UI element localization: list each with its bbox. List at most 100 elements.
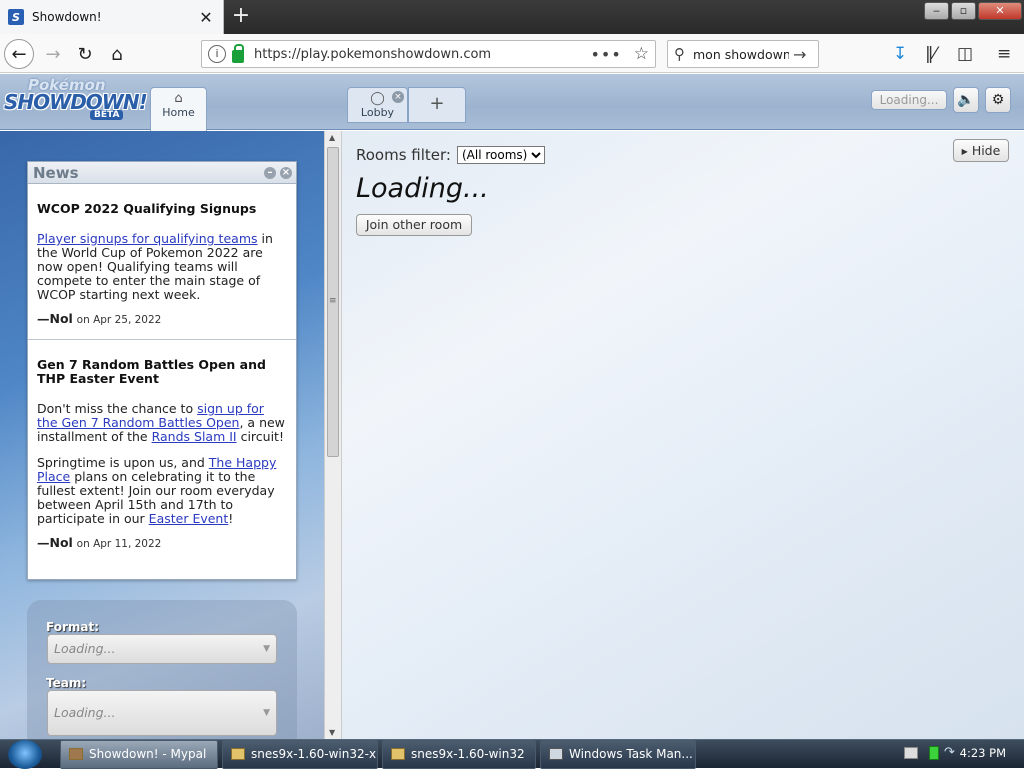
gear-icon[interactable]: ⚙ bbox=[985, 87, 1011, 113]
taskbar-item-label: Windows Task Man... bbox=[569, 747, 693, 761]
minimize-button[interactable]: ‒ bbox=[924, 2, 949, 20]
team-select-value: Loading... bbox=[54, 705, 116, 720]
taskbar-item[interactable]: snes9x-1.60-win32 bbox=[382, 740, 536, 769]
keyboard-icon[interactable] bbox=[904, 747, 918, 759]
minimize-news-icon[interactable]: – bbox=[264, 167, 276, 179]
user-loading-button[interactable]: Loading... bbox=[871, 90, 947, 110]
news-link[interactable]: Rands Slam II bbox=[152, 429, 237, 444]
news-author: —Nol bbox=[37, 535, 73, 550]
reload-icon[interactable]: ↻ bbox=[70, 39, 100, 69]
forward-arrow-icon[interactable]: → bbox=[38, 39, 68, 69]
chevron-down-icon: ▼ bbox=[263, 644, 270, 654]
format-select[interactable]: Loading... ▼ bbox=[47, 634, 277, 664]
news-entry-body: Springtime is upon us, and The Happy Pla… bbox=[37, 456, 287, 526]
browser-tab-title: Showdown! bbox=[32, 10, 102, 24]
download-icon[interactable]: ↧ bbox=[893, 44, 907, 64]
caret-right-icon: ▶ bbox=[961, 147, 968, 156]
tab-lobby[interactable]: ◯ Lobby × bbox=[347, 87, 408, 123]
team-select[interactable]: Loading... ▼ bbox=[47, 690, 277, 736]
news-date: on Apr 11, 2022 bbox=[76, 538, 162, 550]
new-tab-button[interactable]: + bbox=[228, 3, 254, 29]
news-title: News bbox=[33, 164, 79, 182]
news-header: News – × bbox=[28, 162, 296, 184]
back-arrow-icon[interactable]: ← bbox=[4, 39, 34, 69]
start-orb-icon[interactable] bbox=[8, 740, 42, 769]
network-icon[interactable]: ↷ bbox=[944, 745, 955, 760]
library-icon[interactable]: ‖⁄ bbox=[925, 44, 936, 64]
url-bar[interactable]: i https://play.pokemonshowdown.com ••• ☆ bbox=[201, 40, 656, 68]
tab-home-label: Home bbox=[162, 106, 195, 119]
search-bar[interactable]: ⚲ → bbox=[667, 40, 819, 68]
taskbar-item[interactable]: snes9x-1.60-win32-x... bbox=[222, 740, 378, 769]
news-text: circuit! bbox=[236, 429, 284, 444]
home-icon[interactable]: ⌂ bbox=[102, 39, 132, 69]
close-tab-icon[interactable]: ✕ bbox=[195, 8, 217, 27]
rooms-filter: Rooms filter: (All rooms) bbox=[356, 146, 545, 164]
sound-icon[interactable]: 🔈 bbox=[953, 87, 979, 113]
news-date: on Apr 25, 2022 bbox=[76, 314, 162, 326]
news-text: ! bbox=[228, 511, 234, 526]
battery-icon[interactable] bbox=[929, 746, 939, 760]
news-link[interactable]: Easter Event bbox=[149, 511, 229, 526]
scroll-down-icon[interactable]: ▼ bbox=[329, 728, 335, 737]
sidebar-icon[interactable]: ◫ bbox=[957, 44, 973, 64]
search-input[interactable] bbox=[691, 45, 791, 63]
close-lobby-icon[interactable]: × bbox=[392, 91, 404, 103]
browser-nav-bar: ← → ↻ ⌂ i https://play.pokemonshowdown.c… bbox=[0, 34, 1024, 73]
info-icon[interactable]: i bbox=[208, 45, 226, 63]
add-room-button[interactable]: + bbox=[408, 87, 466, 123]
battle-format-panel: Format: Loading... ▼ Team: Loading... ▼ bbox=[27, 600, 297, 750]
window-close-button[interactable]: ✕ bbox=[978, 2, 1022, 20]
news-byline: —Nol on Apr 25, 2022 bbox=[37, 312, 287, 327]
news-text: Don't miss the chance to bbox=[37, 401, 198, 416]
chevron-down-icon: ▼ bbox=[263, 708, 270, 718]
news-byline: —Nol on Apr 11, 2022 bbox=[37, 536, 287, 551]
lock-icon bbox=[232, 43, 244, 63]
folder-icon bbox=[391, 748, 405, 760]
maximize-button[interactable]: ▫ bbox=[951, 2, 976, 20]
news-text: Springtime is upon us, and bbox=[37, 455, 209, 470]
rooms-filter-label: Rooms filter: bbox=[356, 146, 451, 164]
rooms-filter-select[interactable]: (All rooms) bbox=[456, 146, 545, 164]
hide-button-label: Hide bbox=[971, 143, 1001, 158]
home-tab-icon: ⌂ bbox=[174, 91, 183, 106]
browser-tab[interactable]: S Showdown! ✕ bbox=[0, 0, 224, 34]
format-select-value: Loading... bbox=[54, 641, 116, 656]
folder-icon bbox=[231, 748, 245, 760]
taskbar-item[interactable]: Showdown! - Mypal bbox=[60, 740, 218, 769]
os-taskbar: Showdown! - Mypal snes9x-1.60-win32-x...… bbox=[0, 739, 1024, 769]
close-news-icon[interactable]: × bbox=[280, 167, 292, 179]
page-actions-icon[interactable]: ••• bbox=[590, 45, 621, 64]
taskbar-item-label: snes9x-1.60-win32-x... bbox=[251, 747, 378, 761]
logo-beta-badge: BETA bbox=[90, 110, 124, 120]
scroll-up-icon[interactable]: ▲ bbox=[329, 133, 335, 142]
tab-home[interactable]: ⌂ Home bbox=[150, 87, 207, 131]
showdown-header: Pokémon SHOWDOWN! BETA ⌂ Home ◯ Lobby × … bbox=[0, 74, 1024, 131]
format-label: Format: bbox=[46, 620, 100, 634]
search-icon: ⚲ bbox=[674, 45, 685, 63]
news-panel: News – × WCOP 2022 Qualifying Signups Pl… bbox=[27, 161, 297, 580]
bookmark-star-icon[interactable]: ☆ bbox=[634, 44, 649, 64]
taskbar-item-label: snes9x-1.60-win32 bbox=[411, 747, 525, 761]
system-tray: ↷ 4:23 PM bbox=[874, 740, 1024, 769]
task-manager-icon bbox=[549, 748, 563, 760]
left-panel-scrollbar[interactable]: ▲ ≡ ▼ bbox=[324, 131, 342, 739]
url-text[interactable]: https://play.pokemonshowdown.com bbox=[254, 47, 590, 62]
news-link[interactable]: Player signups for qualifying teams bbox=[37, 231, 258, 246]
system-clock[interactable]: 4:23 PM bbox=[960, 746, 1006, 760]
scroll-grip-icon: ≡ bbox=[329, 296, 337, 306]
news-entry: Gen 7 Random Battles Open and THP Easter… bbox=[28, 358, 296, 551]
taskbar-item[interactable]: Windows Task Man... bbox=[540, 740, 696, 769]
join-other-room-button[interactable]: Join other room bbox=[356, 214, 472, 236]
news-entry-body: Player signups for qualifying teams in t… bbox=[37, 232, 287, 302]
news-entry-body: Don't miss the chance to sign up for the… bbox=[37, 402, 287, 444]
menu-icon[interactable]: ≡ bbox=[997, 44, 1011, 64]
news-author: —Nol bbox=[37, 311, 73, 326]
hide-button[interactable]: ▶ Hide bbox=[953, 139, 1009, 162]
showdown-logo[interactable]: Pokémon SHOWDOWN! BETA bbox=[2, 76, 148, 124]
news-entry-title: WCOP 2022 Qualifying Signups bbox=[37, 201, 257, 216]
taskbar-item-label: Showdown! - Mypal bbox=[89, 747, 207, 761]
favicon-icon: S bbox=[8, 9, 24, 25]
loading-title: Loading... bbox=[356, 173, 489, 204]
search-go-icon[interactable]: → bbox=[793, 45, 806, 64]
